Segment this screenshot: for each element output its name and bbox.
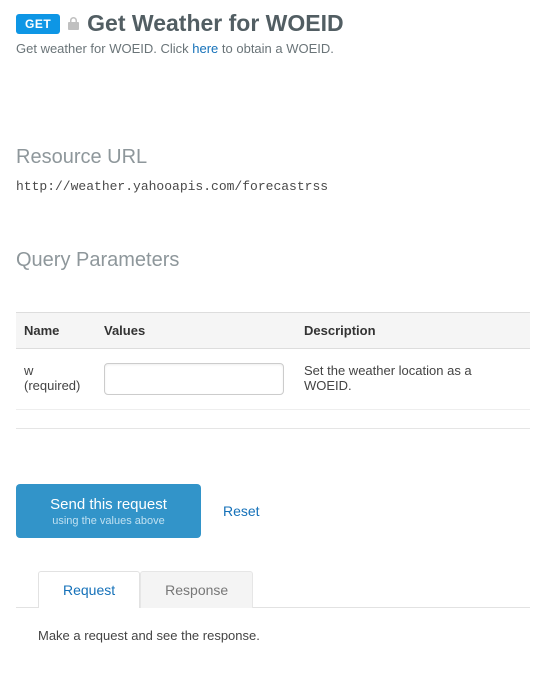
send-request-button[interactable]: Send this request using the values above xyxy=(16,484,201,538)
http-method-badge: GET xyxy=(16,14,60,34)
subtitle-suffix: to obtain a WOEID. xyxy=(218,41,334,56)
page-title: Get Weather for WOEID xyxy=(87,10,343,37)
table-row: w (required) Set the weather location as… xyxy=(16,349,530,410)
param-name: w xyxy=(24,363,33,378)
resource-url-heading: Resource URL xyxy=(16,146,530,169)
header-row: GET Get Weather for WOEID xyxy=(16,10,530,37)
param-value-cell xyxy=(96,349,296,410)
query-parameters-heading: Query Parameters xyxy=(16,249,530,272)
tab-panel: Make a request and see the response. xyxy=(16,607,530,663)
send-label: Send this request xyxy=(44,496,173,514)
param-value-input[interactable] xyxy=(104,363,284,395)
col-description: Description xyxy=(296,313,530,349)
divider xyxy=(16,428,530,429)
tab-request[interactable]: Request xyxy=(38,571,140,608)
col-name: Name xyxy=(16,313,96,349)
reset-link[interactable]: Reset xyxy=(223,503,260,519)
col-values: Values xyxy=(96,313,296,349)
subtitle-prefix: Get weather for WOEID. Click xyxy=(16,41,192,56)
lock-icon xyxy=(68,17,79,30)
tab-response[interactable]: Response xyxy=(140,571,253,608)
send-sublabel: using the values above xyxy=(44,515,173,528)
table-header-row: Name Values Description xyxy=(16,313,530,349)
panel-message: Make a request and see the response. xyxy=(38,628,260,643)
action-row: Send this request using the values above… xyxy=(16,484,530,538)
query-parameters-table: Name Values Description w (required) Set… xyxy=(16,312,530,410)
param-name-cell: w (required) xyxy=(16,349,96,410)
page-subtitle: Get weather for WOEID. Click here to obt… xyxy=(16,41,530,56)
param-description: Set the weather location as a WOEID. xyxy=(296,349,530,410)
param-required: (required) xyxy=(24,378,80,393)
resource-url-value: http://weather.yahooapis.com/forecastrss xyxy=(16,179,530,194)
tabs-row: Request Response xyxy=(38,570,530,607)
obtain-woeid-link[interactable]: here xyxy=(192,41,218,56)
